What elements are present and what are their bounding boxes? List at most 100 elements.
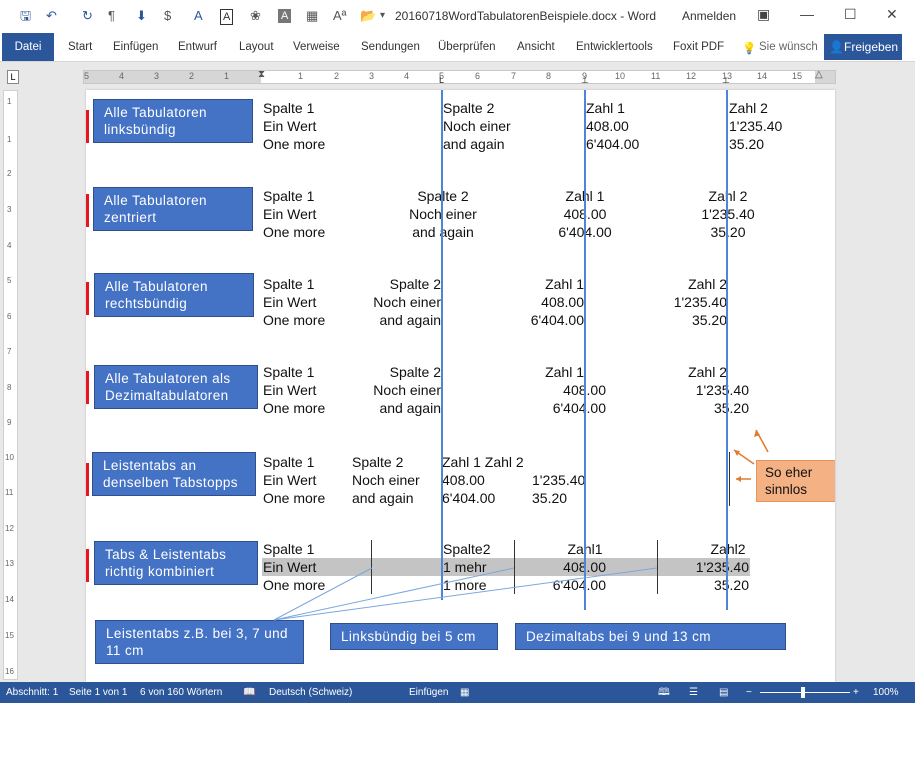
arrow-line xyxy=(755,429,769,453)
cell-e-2-2: Noch einer xyxy=(352,472,420,488)
table-icon[interactable]: ▦ xyxy=(306,7,318,25)
tab-entwicklertools[interactable]: Entwicklertools xyxy=(576,41,653,53)
vertical-ruler[interactable]: 1 1 2 3 4 5 6 7 8 9 10 11 12 13 14 15 16 xyxy=(3,90,18,680)
macro-icon[interactable]: ▦ xyxy=(460,682,469,703)
arrow-head xyxy=(736,476,741,482)
cell-a-2-1: Ein Wert xyxy=(263,118,317,134)
web-layout-icon[interactable]: ▤ xyxy=(719,682,728,703)
ruler-number: 2 xyxy=(189,71,195,81)
indent-marker-icon[interactable]: ⧗ xyxy=(258,69,265,80)
cell-e-3-4: 35.20 xyxy=(532,490,568,506)
text-box-icon[interactable]: A xyxy=(220,9,234,25)
badge-c: C xyxy=(86,282,89,315)
badge-a: A xyxy=(86,110,89,143)
section-label-a: Alle Tabulatoren linksbündig xyxy=(93,99,253,143)
tab-foxit-pdf[interactable]: Foxit PDF xyxy=(673,41,724,53)
tab-sendungen[interactable]: Sendungen xyxy=(361,41,420,53)
ruler-number: 3 xyxy=(7,205,12,214)
tab-entwurf[interactable]: Entwurf xyxy=(178,41,217,53)
zoom-out-icon[interactable]: − xyxy=(746,682,752,703)
cell-a-2-2: Noch einer xyxy=(443,118,511,134)
section-label-e: Leistentabs an denselben Tabstopps xyxy=(92,452,256,496)
zoom-in-icon[interactable]: + xyxy=(853,682,859,703)
customize-icon[interactable]: ▾ xyxy=(380,7,385,25)
ruler-number: 4 xyxy=(7,241,12,250)
person-icon: 👤 xyxy=(829,40,844,54)
tab-ansicht[interactable]: Ansicht xyxy=(517,41,555,53)
read-mode-icon[interactable]: 🕮 xyxy=(658,682,670,703)
tab-einfuegen[interactable]: Einfügen xyxy=(113,41,158,53)
section-label-c: Alle Tabulatoren rechtsbündig xyxy=(94,273,254,317)
cell-c-3-3: 6'404.00 xyxy=(530,312,584,328)
bar-tab-line xyxy=(514,540,515,594)
status-words[interactable]: 6 von 160 Wörtern xyxy=(140,682,222,703)
login-link[interactable]: Anmelden xyxy=(682,9,736,23)
cell-c-2-4: 1'235.40 xyxy=(673,294,727,310)
cell-e-2-4: 1'235.40 xyxy=(532,472,586,488)
bottom-label-bar-tabs: Leistentabs z.B. bei 3, 7 und 11 cm xyxy=(95,620,304,664)
badge-f: F xyxy=(86,549,89,582)
tab-layout[interactable]: Layout xyxy=(239,41,274,53)
tab-ueberpruefen[interactable]: Überprüfen xyxy=(438,41,496,53)
tab-stop-marker[interactable]: ⊥ xyxy=(722,75,730,86)
status-section[interactable]: Abschnitt: 1 xyxy=(6,682,58,703)
status-mode[interactable]: Einfügen xyxy=(409,682,448,703)
ruler-number: 13 xyxy=(5,559,14,568)
horizontal-ruler[interactable]: L 5 4 3 2 1 1 2 3 4 5 6 7 8 9 10 11 12 1… xyxy=(0,62,915,88)
tab-verweise[interactable]: Verweise xyxy=(293,41,340,53)
ruler-number: 1 xyxy=(224,71,230,81)
cell-f-3-2: 1 more xyxy=(443,577,487,593)
cell-d-1-3: Zahl 1 xyxy=(545,364,584,380)
bar-tab-line xyxy=(657,540,658,594)
paint-icon[interactable]: ❀ xyxy=(250,7,261,25)
ruler-number: 5 xyxy=(84,71,90,81)
cell-b-1-4: Zahl 2 xyxy=(708,188,748,204)
font-size-icon[interactable]: Aª xyxy=(333,7,346,25)
ruler-number: 7 xyxy=(7,347,12,356)
cell-a-3-2: and again xyxy=(443,136,505,152)
zoom-slider[interactable] xyxy=(760,692,850,693)
tab-datei[interactable]: Datei xyxy=(2,33,54,61)
ruler-track[interactable]: 5 4 3 2 1 1 2 3 4 5 6 7 8 9 10 11 12 13 … xyxy=(83,69,836,86)
tab-selector-icon[interactable]: L xyxy=(7,70,19,84)
tell-me-input[interactable]: Sie wünsch xyxy=(759,41,818,53)
title-bar: 🖫 ↶ ↻ ¶ ⬇ $ A A ❀ A ▦ Aª 📂 ▾ 20160718Wor… xyxy=(0,0,915,32)
right-indent-marker-icon[interactable]: △ xyxy=(815,69,823,80)
ruler-number: 8 xyxy=(546,71,552,81)
font-color-icon[interactable]: A xyxy=(194,7,203,25)
status-language[interactable]: Deutsch (Schweiz) xyxy=(269,682,352,703)
proofing-icon[interactable]: 📖 xyxy=(243,682,255,703)
zoom-level[interactable]: 100% xyxy=(873,682,899,703)
document-page[interactable]: A Alle Tabulatoren linksbündig B Alle Ta… xyxy=(86,90,835,682)
text-direction-icon[interactable]: ¶ xyxy=(108,7,115,25)
tab-stop-marker[interactable]: ⊥ xyxy=(581,75,589,86)
arrow-down-icon[interactable]: ⬇ xyxy=(136,7,147,25)
cell-a-1-4: Zahl 2 xyxy=(729,100,768,116)
ruler-number: 9 xyxy=(7,418,12,427)
minimize-icon[interactable]: — xyxy=(800,6,814,22)
ruler-number: 4 xyxy=(404,71,410,81)
print-layout-icon[interactable]: ☰ xyxy=(689,682,698,703)
redo-icon[interactable]: ↻ xyxy=(82,7,93,25)
zoom-slider-knob[interactable] xyxy=(801,687,805,698)
maximize-icon[interactable]: ☐ xyxy=(844,6,857,23)
cell-a-1-3: Zahl 1 xyxy=(586,100,625,116)
cell-c-2-1: Ein Wert xyxy=(263,294,317,310)
share-button[interactable]: 👤 Freigeben xyxy=(824,34,902,60)
cell-d-1-4: Zahl 2 xyxy=(688,364,727,380)
shading-icon[interactable]: A xyxy=(278,9,292,23)
undo-icon[interactable]: ↶ xyxy=(46,7,57,25)
ribbon-display-icon[interactable]: ▣ xyxy=(757,6,770,23)
cell-a-3-3: 6'404.00 xyxy=(586,136,640,152)
tab-start[interactable]: Start xyxy=(68,41,92,53)
status-page[interactable]: Seite 1 von 1 xyxy=(69,682,127,703)
save-icon[interactable]: 🖫 xyxy=(20,7,31,25)
ruler-number: 2 xyxy=(7,169,12,178)
tab-stop-marker[interactable]: L xyxy=(439,75,444,85)
badge-e: E xyxy=(86,463,89,496)
ruler-number: 11 xyxy=(651,71,661,81)
format-icon[interactable]: $ xyxy=(164,7,171,25)
cell-f-3-3: 6'404.00 xyxy=(552,577,606,593)
folder-icon[interactable]: 📂 xyxy=(360,7,376,25)
close-icon[interactable]: ✕ xyxy=(886,6,898,23)
